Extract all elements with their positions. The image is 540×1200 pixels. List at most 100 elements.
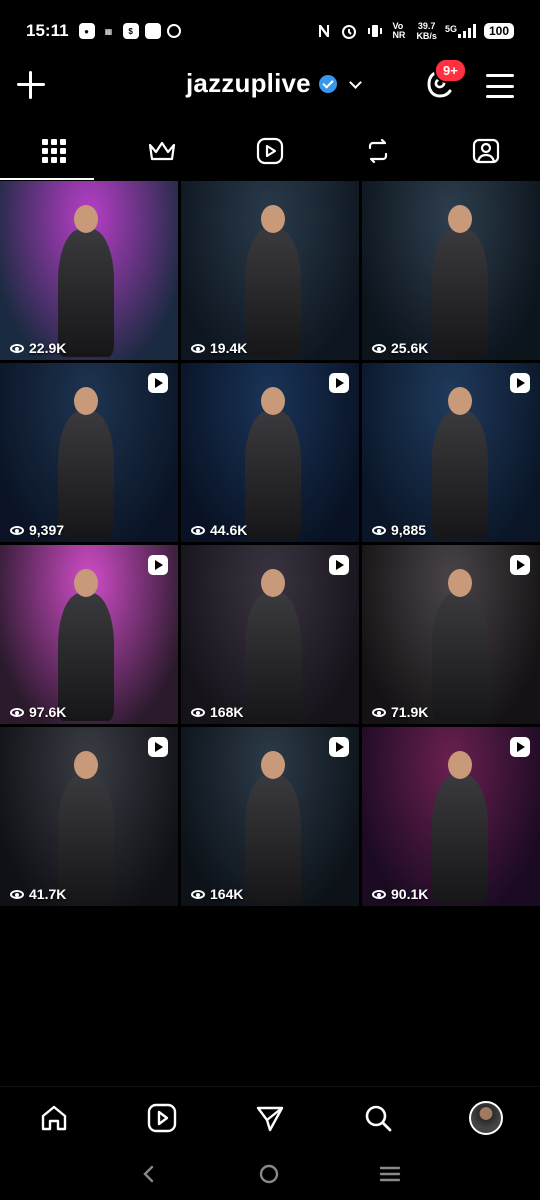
performer-head [261,751,285,779]
account-switcher[interactable]: jazzuplive [186,68,361,99]
performer-head [261,569,285,597]
tab-reposts[interactable] [324,122,432,180]
menu-line [486,74,514,77]
performer-head [261,387,285,415]
reel-indicator-icon [510,737,530,757]
eye-icon [10,343,24,353]
view-count-value: 164K [210,886,244,902]
profile-username: jazzuplive [186,68,311,98]
eye-icon [372,707,386,717]
reel-indicator-icon [329,373,349,393]
performer-silhouette [58,229,114,357]
nav-direct[interactable] [243,1091,297,1145]
reel-indicator-icon [510,555,530,575]
eye-icon [372,525,386,535]
repost-icon [368,138,388,164]
square-icon [144,23,161,39]
performer-silhouette [58,593,114,721]
eye-icon [10,525,24,535]
view-count: 9,397 [10,522,64,538]
performer-head [74,387,98,415]
eye-icon [372,889,386,899]
eye-icon [191,343,205,353]
performer-silhouette [245,229,301,357]
post-thumbnail[interactable]: 25.6K [362,181,540,360]
nav-search[interactable] [351,1091,405,1145]
battery-indicator: 100 [483,23,514,39]
view-count: 164K [191,886,243,902]
threads-icon [166,24,181,38]
eye-icon [191,707,205,717]
view-count: 41.7K [10,886,66,902]
tab-posts[interactable] [0,122,108,180]
view-count: 71.9K [372,704,428,720]
performer-head [74,205,98,233]
view-count: 90.1K [372,886,428,902]
notification-badge[interactable]: 9+ [434,58,467,83]
view-count-value: 44.6K [210,522,248,538]
post-thumbnail[interactable]: 97.6K [0,545,178,724]
post-thumbnail[interactable]: 90.1K [362,727,540,906]
nav-profile[interactable] [459,1091,513,1145]
crown-icon [148,141,176,161]
home-icon [41,1105,67,1130]
performer-head [74,751,98,779]
performer-silhouette [58,775,114,903]
post-thumbnail[interactable]: 9,397 [0,363,178,542]
nfc-icon [319,25,330,37]
view-count: 168K [191,704,243,720]
reels-icon [256,137,284,165]
view-count: 9,885 [372,522,426,538]
view-count-value: 90.1K [391,886,429,902]
status-notification-icons: ● ▦ $ [78,23,181,39]
reels-icon [147,1103,177,1132]
performer-silhouette [432,411,488,539]
performer-silhouette [432,593,488,721]
alarm-icon [342,25,357,39]
nav-home[interactable] [27,1091,81,1145]
reel-indicator-icon [148,737,168,757]
volte-tag: Vo NR [392,21,406,40]
post-thumbnail[interactable]: 71.9K [362,545,540,724]
view-count: 25.6K [372,340,428,356]
view-count: 19.4K [191,340,247,356]
recents-icon[interactable] [379,1164,401,1184]
performer-silhouette [245,411,301,539]
menu-button[interactable] [486,74,514,98]
view-count: 44.6K [191,522,247,538]
post-thumbnail[interactable]: 22.9K [0,181,178,360]
eye-icon [372,343,386,353]
tab-reels[interactable] [216,122,324,180]
post-thumbnail[interactable]: 19.4K [181,181,359,360]
post-thumbnail[interactable]: 164K [181,727,359,906]
tagged-person-icon [472,138,500,164]
performer-silhouette [245,593,301,721]
view-count-value: 71.9K [391,704,429,720]
performer-silhouette [432,775,488,903]
post-thumbnail[interactable]: 44.6K [181,363,359,542]
back-icon[interactable] [139,1164,159,1184]
home-circle-icon[interactable] [258,1163,280,1185]
tab-tagged[interactable] [432,122,540,180]
tab-featured[interactable] [108,122,216,180]
performer-silhouette [245,775,301,903]
view-count-value: 9,885 [391,522,427,538]
system-navigation [0,1148,540,1200]
gsm-icon: ▦ [104,26,113,36]
post-thumbnail[interactable]: 9,885 [362,363,540,542]
performer-silhouette [432,229,488,357]
post-thumbnail[interactable]: 168K [181,545,359,724]
performer-head [74,569,98,597]
search-icon [365,1105,392,1131]
line-icon: ● [78,23,95,39]
performer-silhouette [58,411,114,539]
nav-reels[interactable] [135,1091,189,1145]
view-count-value: 19.4K [210,340,248,356]
network-speed: 39.7 KB/s [416,21,437,41]
eye-icon [191,889,205,899]
create-button[interactable] [16,70,46,100]
post-thumbnail[interactable]: 41.7K [0,727,178,906]
network-label: 5G [444,24,457,34]
profile-tabs [0,122,540,180]
view-count-value: 168K [210,704,244,720]
